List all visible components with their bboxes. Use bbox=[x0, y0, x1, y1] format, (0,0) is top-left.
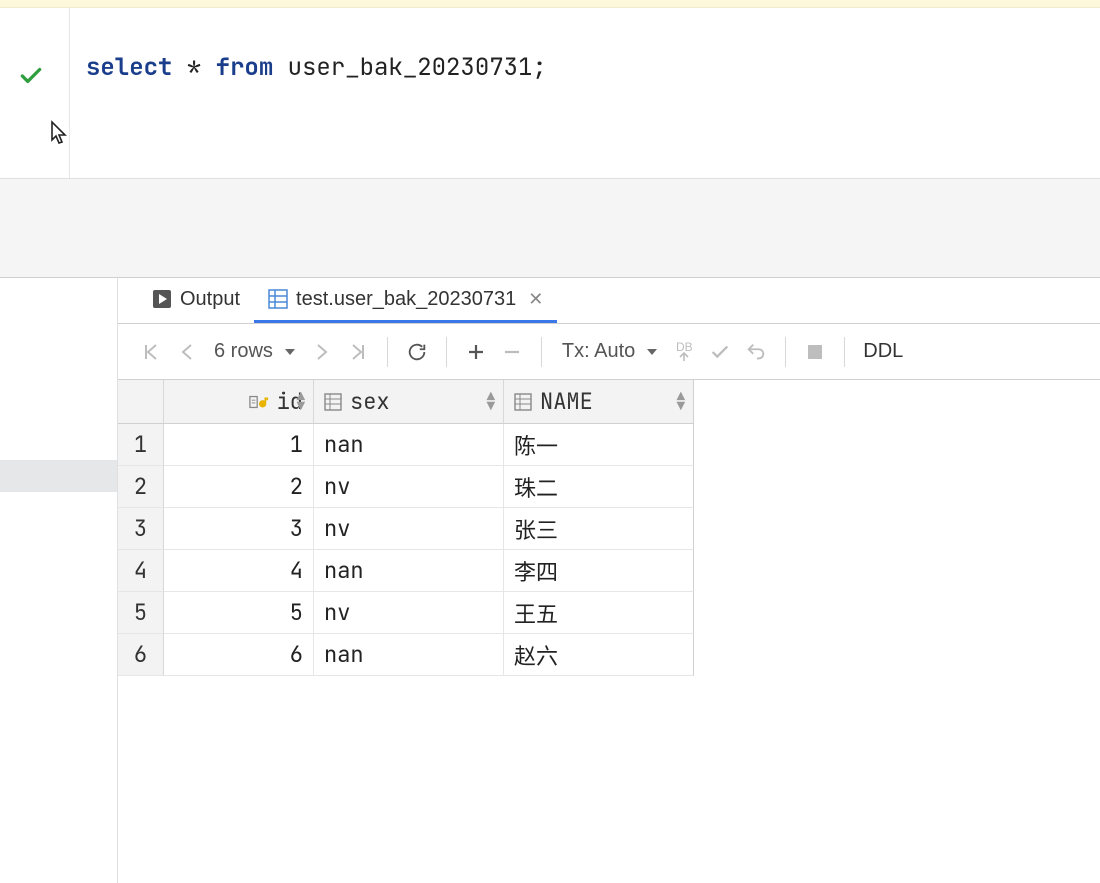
sql-editor[interactable]: select * from user_bak_20230731; bbox=[0, 8, 1100, 178]
chevron-down-icon bbox=[641, 340, 657, 363]
remove-row-button[interactable] bbox=[497, 334, 527, 370]
sql-keyword-from: from bbox=[216, 52, 274, 83]
sql-keyword-select: select bbox=[86, 52, 172, 83]
last-page-button[interactable] bbox=[343, 334, 373, 370]
ddl-button[interactable]: DDL bbox=[859, 334, 907, 370]
cell-id[interactable]: 5 bbox=[164, 592, 314, 634]
tab-result-table[interactable]: test.user_bak_20230731 ✕ bbox=[254, 278, 557, 323]
sort-icon[interactable]: ▲▼ bbox=[487, 392, 495, 412]
tab-output[interactable]: Output bbox=[138, 278, 254, 323]
rollback-button[interactable] bbox=[741, 334, 771, 370]
prev-page-button[interactable] bbox=[172, 334, 202, 370]
cell-sex[interactable]: nan bbox=[314, 424, 504, 466]
cell-name[interactable]: 陈一 bbox=[504, 424, 694, 466]
db-label: DB bbox=[676, 342, 693, 352]
editor-gutter bbox=[0, 8, 70, 178]
checkmark-icon bbox=[18, 63, 44, 94]
data-grid[interactable]: id ▲▼ sex ▲▼ NAME ▲▼ bbox=[118, 380, 1100, 676]
row-number[interactable]: 5 bbox=[118, 592, 164, 634]
cell-id[interactable]: 1 bbox=[164, 424, 314, 466]
cell-sex[interactable]: nv bbox=[314, 592, 504, 634]
row-number[interactable]: 4 bbox=[118, 550, 164, 592]
cell-name[interactable]: 王五 bbox=[504, 592, 694, 634]
row-number[interactable]: 6 bbox=[118, 634, 164, 676]
column-icon bbox=[514, 393, 532, 411]
db-upload-button[interactable]: DB bbox=[669, 334, 699, 370]
row-count-label: 6 rows bbox=[214, 340, 273, 363]
sort-icon[interactable]: ▲▼ bbox=[677, 392, 685, 412]
cell-id[interactable]: 3 bbox=[164, 508, 314, 550]
sql-code[interactable]: select * from user_bak_20230731; bbox=[70, 8, 547, 178]
cell-sex[interactable]: nan bbox=[314, 550, 504, 592]
row-number[interactable]: 1 bbox=[118, 424, 164, 466]
cell-name[interactable]: 张三 bbox=[504, 508, 694, 550]
toolbar-separator bbox=[387, 337, 388, 367]
tx-mode-label: Tx: Auto bbox=[562, 340, 635, 363]
results-left-gutter bbox=[0, 278, 118, 883]
cell-id[interactable]: 2 bbox=[164, 466, 314, 508]
next-page-button[interactable] bbox=[307, 334, 337, 370]
cell-sex[interactable]: nan bbox=[314, 634, 504, 676]
row-number[interactable]: 3 bbox=[118, 508, 164, 550]
column-name-label: NAME bbox=[540, 387, 593, 416]
column-icon bbox=[324, 393, 342, 411]
cell-sex[interactable]: nv bbox=[314, 466, 504, 508]
add-row-button[interactable] bbox=[461, 334, 491, 370]
commit-button[interactable] bbox=[705, 334, 735, 370]
sort-icon[interactable]: ▲▼ bbox=[297, 392, 305, 412]
sql-identifier: user_bak_20230731; bbox=[273, 52, 547, 83]
column-header-id[interactable]: id ▲▼ bbox=[164, 380, 314, 424]
tx-mode-dropdown[interactable]: Tx: Auto bbox=[556, 340, 663, 363]
results-toolbar: 6 rows bbox=[118, 324, 1100, 380]
cursor-icon bbox=[48, 120, 70, 153]
toolbar-separator bbox=[844, 337, 845, 367]
ddl-label: DDL bbox=[863, 340, 903, 363]
first-page-button[interactable] bbox=[136, 334, 166, 370]
cell-id[interactable]: 4 bbox=[164, 550, 314, 592]
results-tabbar: Output test.user_bak_20230731 ✕ bbox=[118, 278, 1100, 324]
left-gutter-highlight bbox=[0, 460, 117, 492]
refresh-button[interactable] bbox=[402, 334, 432, 370]
toolbar-separator bbox=[785, 337, 786, 367]
row-number-header bbox=[118, 380, 164, 424]
toolbar-separator bbox=[446, 337, 447, 367]
column-sex-label: sex bbox=[350, 387, 390, 416]
cell-sex[interactable]: nv bbox=[314, 508, 504, 550]
row-number[interactable]: 2 bbox=[118, 466, 164, 508]
primary-key-icon bbox=[249, 393, 269, 411]
stop-button[interactable] bbox=[800, 334, 830, 370]
row-count-dropdown[interactable]: 6 rows bbox=[208, 340, 301, 363]
tab-output-label: Output bbox=[180, 288, 240, 311]
chevron-down-icon bbox=[279, 340, 295, 363]
run-icon bbox=[152, 289, 172, 309]
cell-name[interactable]: 珠二 bbox=[504, 466, 694, 508]
column-header-name[interactable]: NAME ▲▼ bbox=[504, 380, 694, 424]
cell-name[interactable]: 李四 bbox=[504, 550, 694, 592]
close-icon[interactable]: ✕ bbox=[524, 289, 543, 310]
cell-id[interactable]: 6 bbox=[164, 634, 314, 676]
table-icon bbox=[268, 289, 288, 309]
editor-highlight-strip bbox=[0, 0, 1100, 8]
cell-name[interactable]: 赵六 bbox=[504, 634, 694, 676]
tab-result-label: test.user_bak_20230731 bbox=[296, 288, 516, 311]
column-header-sex[interactable]: sex ▲▼ bbox=[314, 380, 504, 424]
editor-separator-band bbox=[0, 178, 1100, 278]
toolbar-separator bbox=[541, 337, 542, 367]
